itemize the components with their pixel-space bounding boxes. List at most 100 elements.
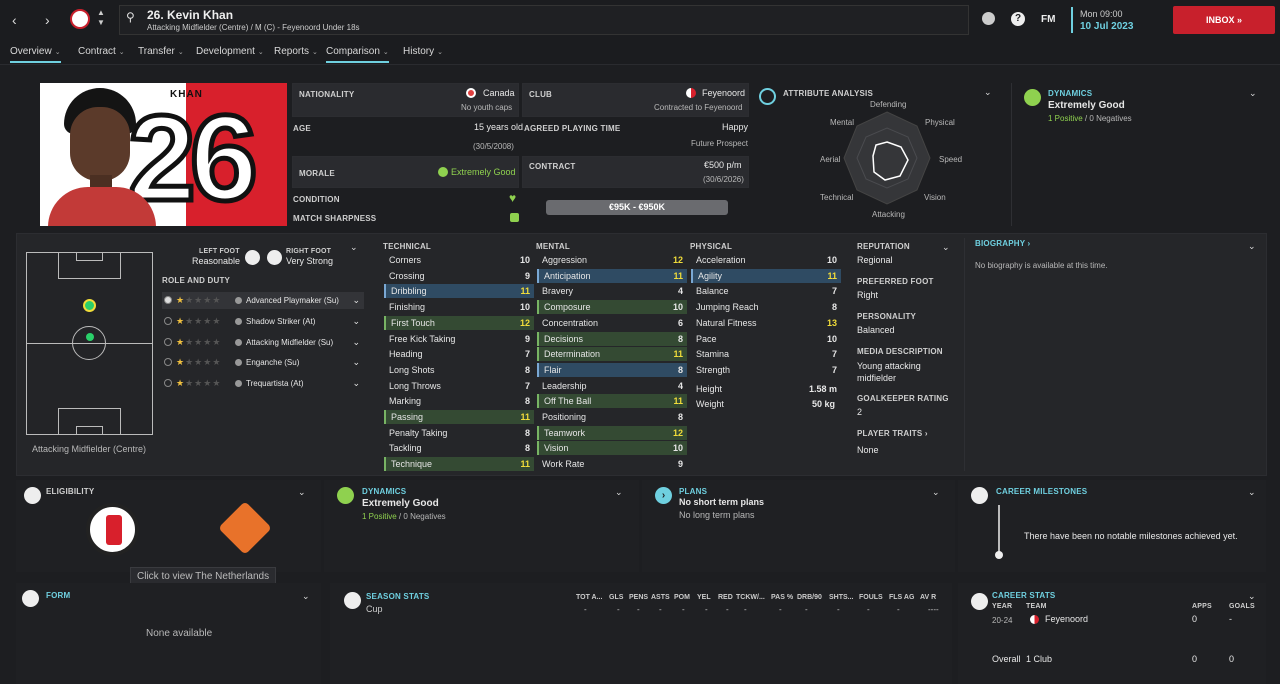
physical-row[interactable]: Balance 7	[691, 284, 841, 298]
technical-row[interactable]: Tackling 8	[384, 441, 534, 455]
skull-icon[interactable]	[982, 12, 995, 25]
role-chevron-icon[interactable]: ⌄	[352, 313, 360, 330]
dynamics-chevron-icon[interactable]: ⌄	[1249, 88, 1257, 99]
technical-row[interactable]: Penalty Taking 8	[384, 426, 534, 440]
role-chevron-icon[interactable]: ⌄	[352, 354, 360, 371]
role-radio[interactable]	[164, 296, 172, 304]
technical-row[interactable]: Crossing 9	[384, 269, 534, 283]
tab-reports[interactable]: Reports ⌄	[274, 46, 318, 57]
mental-row[interactable]: Concentration 6	[537, 316, 687, 330]
technical-row[interactable]: Long Shots 8	[384, 363, 534, 377]
eligibility-chevron-icon[interactable]: ⌄	[298, 487, 306, 498]
physical-row[interactable]: Pace 10	[691, 332, 841, 346]
technical-row[interactable]: Marking 8	[384, 394, 534, 408]
career-stats-chevron-icon[interactable]: ⌄	[1248, 591, 1256, 602]
mental-row[interactable]: Composure 10	[537, 300, 687, 315]
role-chevron-icon[interactable]: ⌄	[352, 292, 360, 309]
profile-chevron-icon[interactable]: ⌄	[942, 242, 950, 253]
physical-row[interactable]: Stamina 7	[691, 347, 841, 361]
fm-logo[interactable]: FM	[1041, 14, 1055, 25]
plans-title[interactable]: PLANS	[679, 487, 707, 496]
mental-row[interactable]: Decisions 8	[537, 331, 687, 346]
tab-history[interactable]: History ⌄	[403, 46, 443, 57]
club-value[interactable]: Feyenoord	[702, 88, 745, 98]
mental-row[interactable]: Anticipation 11	[537, 268, 687, 283]
career-stats-title[interactable]: CAREER STATS	[992, 591, 1055, 600]
search-icon[interactable]: ⚲	[126, 10, 135, 24]
tab-overview[interactable]: Overview ⌄	[10, 46, 61, 63]
biography-chevron-icon[interactable]: ⌄	[1248, 241, 1256, 252]
technical-row[interactable]: Corners 10	[384, 253, 534, 267]
role-chevron-icon[interactable]: ⌄	[352, 334, 360, 351]
mental-row[interactable]: Positioning 8	[537, 410, 687, 424]
club-badge-icon[interactable]	[70, 9, 90, 29]
form-title[interactable]: FORM	[46, 591, 70, 600]
mental-row[interactable]: Vision 10	[537, 441, 687, 456]
physical-row[interactable]: Natural Fitness 13	[691, 316, 841, 330]
technical-row[interactable]: Heading 7	[384, 347, 534, 361]
role-name: Attacking Midfielder (Su)	[246, 337, 334, 347]
form-chevron-icon[interactable]: ⌄	[302, 591, 310, 602]
physical-row[interactable]: Acceleration 10	[691, 253, 841, 267]
current-date[interactable]: 10 Jul 2023	[1080, 21, 1133, 32]
role-row[interactable]: ★★★★★ Enganche (Su) ⌄	[162, 354, 364, 371]
role-radio[interactable]	[164, 379, 172, 388]
role-radio[interactable]	[164, 337, 172, 346]
role-radio[interactable]	[164, 358, 172, 367]
nationality-value[interactable]: Canada	[483, 88, 515, 98]
season-stat-header: FOULS	[859, 594, 883, 601]
dynamics-bottom-chevron-icon[interactable]: ⌄	[615, 487, 623, 498]
mental-row[interactable]: Leadership 4	[537, 379, 687, 393]
morale-value[interactable]: Extremely Good	[451, 167, 516, 177]
plans-chevron-icon[interactable]: ⌄	[932, 487, 940, 498]
attr-value: 11	[520, 412, 530, 422]
technical-row[interactable]: Finishing 10	[384, 300, 534, 314]
analysis-chevron-icon[interactable]: ⌄	[984, 87, 992, 98]
player-traits-label[interactable]: PLAYER TRAITS ›	[857, 429, 928, 438]
career-row-team[interactable]: Feyenoord	[1045, 614, 1088, 624]
tab-comparison[interactable]: Comparison ⌄	[326, 46, 389, 63]
attr-name: Leadership	[542, 380, 587, 391]
technical-row[interactable]: Technique 11	[384, 457, 534, 472]
back-button[interactable]: ‹	[12, 12, 17, 28]
feyenoord-badge-icon[interactable]	[86, 503, 139, 556]
mental-row[interactable]: Work Rate 9	[537, 457, 687, 471]
role-name: Shadow Striker (At)	[246, 316, 316, 326]
mental-row[interactable]: Flair 8	[537, 362, 687, 377]
role-row[interactable]: ★★★★★ Trequartista (At) ⌄	[162, 375, 364, 392]
dynamics-title[interactable]: DYNAMICS	[1048, 89, 1092, 98]
role-row[interactable]: ★★★★★ Advanced Playmaker (Su) ⌄	[162, 292, 364, 309]
tab-development[interactable]: Development ⌄	[196, 46, 264, 57]
technical-row[interactable]: Long Throws 7	[384, 379, 534, 393]
mental-row[interactable]: Bravery 4	[537, 284, 687, 298]
role-row[interactable]: ★★★★★ Shadow Striker (At) ⌄	[162, 313, 364, 330]
technical-row[interactable]: Passing 11	[384, 410, 534, 424]
physical-row[interactable]: Agility 11	[691, 268, 841, 283]
milestones-title[interactable]: CAREER MILESTONES	[996, 487, 1087, 496]
dynamics-bottom-title[interactable]: DYNAMICS	[362, 487, 406, 496]
plans-long: No long term plans	[679, 510, 755, 520]
mental-row[interactable]: Aggression 12	[537, 253, 687, 267]
feet-chevron-icon[interactable]: ⌄	[350, 242, 358, 253]
forward-button[interactable]: ›	[45, 12, 50, 28]
tab-transfer[interactable]: Transfer ⌄	[138, 46, 184, 57]
milestones-chevron-icon[interactable]: ⌄	[1248, 487, 1256, 498]
physical-row[interactable]: Jumping Reach 8	[691, 300, 841, 314]
season-stats-title[interactable]: SEASON STATS	[366, 592, 429, 601]
technical-row[interactable]: Dribbling 11	[384, 284, 534, 299]
value-bar[interactable]: €95K - €950K	[546, 200, 728, 215]
mental-row[interactable]: Teamwork 12	[537, 425, 687, 440]
technical-row[interactable]: First Touch 12	[384, 315, 534, 330]
tab-contract[interactable]: Contract ⌄	[78, 46, 125, 57]
inbox-button[interactable]: INBOX »	[1173, 6, 1275, 34]
mental-row[interactable]: Off The Ball 11	[537, 394, 687, 409]
physical-row[interactable]: Strength 7	[691, 363, 841, 377]
switch-chevrons-icon[interactable]: ▲ ▼	[97, 8, 105, 28]
mental-row[interactable]: Determination 11	[537, 347, 687, 362]
role-row[interactable]: ★★★★★ Attacking Midfielder (Su) ⌄	[162, 334, 364, 351]
role-chevron-icon[interactable]: ⌄	[352, 375, 360, 392]
technical-row[interactable]: Free Kick Taking 9	[384, 332, 534, 346]
biography-title[interactable]: BIOGRAPHY ›	[975, 239, 1030, 248]
help-icon[interactable]: ?	[1011, 12, 1025, 26]
role-radio[interactable]	[164, 316, 172, 325]
